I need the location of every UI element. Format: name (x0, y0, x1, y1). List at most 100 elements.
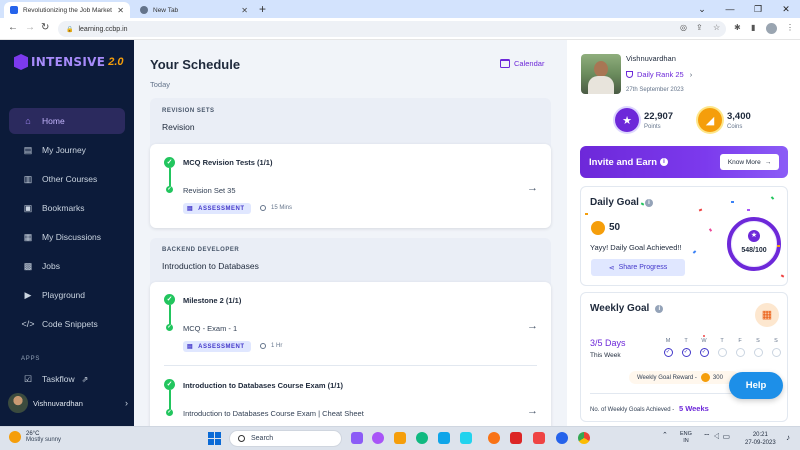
progress-text: 548/100 (741, 247, 767, 254)
url-bar[interactable]: 🔒 learning.ccbp.in (58, 21, 726, 37)
paint-icon[interactable] (488, 432, 500, 444)
share-progress-button[interactable]: ⋖ Share Progress (591, 259, 685, 276)
new-tab-plus-icon[interactable]: + (259, 2, 266, 16)
section-subtitle: Introduction to Databases (162, 261, 259, 271)
sidebar-item-home[interactable]: ⌂ Home (9, 108, 125, 134)
know-more-button[interactable]: Know More → (720, 154, 779, 170)
sidebar-user-menu[interactable]: Vishnuvardhan › (8, 392, 128, 414)
menu-dots-icon[interactable]: ⋮ (786, 23, 794, 32)
close-window-icon[interactable]: ✕ (772, 0, 800, 18)
code-icon: </> (21, 319, 35, 329)
sidebar-item-jobs[interactable]: ▩ Jobs (9, 253, 125, 279)
check-circle-icon: ✓ (164, 379, 175, 390)
sidebar-item-my-discussions[interactable]: ▦ My Discussions (9, 224, 125, 250)
back-arrow-icon[interactable]: ← (8, 22, 18, 33)
weather-widget[interactable]: 26°C Mostly sunny (9, 431, 61, 443)
battery-icon[interactable]: ▭ (723, 432, 731, 441)
chevron-down-icon[interactable]: ⌄ (688, 0, 716, 18)
profile-photo[interactable] (581, 54, 621, 94)
arrow-right-icon[interactable]: → (527, 182, 538, 194)
url-text: learning.ccbp.in (78, 25, 128, 33)
sidebar-item-other-courses[interactable]: ▥ Other Courses (9, 166, 125, 192)
item-title[interactable]: Revision Set 35 (183, 186, 236, 195)
clipboard-icon: ▤ (187, 344, 194, 350)
coins-label: Coins (727, 123, 743, 130)
clock[interactable]: 20:21 27-09-2023 (745, 431, 776, 447)
this-week-label: This Week (590, 352, 621, 359)
extensions-icon[interactable]: ✱ (734, 23, 741, 32)
chrome-icon[interactable] (578, 432, 590, 444)
youtube-icon[interactable] (533, 432, 545, 444)
side-panel-icon[interactable]: ▮ (751, 23, 755, 32)
profile-avatar-icon[interactable] (766, 23, 777, 34)
tray-chevron-icon[interactable]: ⌃ (662, 431, 668, 439)
forward-arrow-icon[interactable]: → (25, 22, 35, 33)
arrow-right-icon[interactable]: → (527, 320, 538, 332)
share-progress-label: Share Progress (618, 264, 668, 271)
windows-start-icon[interactable] (208, 432, 221, 445)
duration: 15 Mins (260, 205, 292, 211)
duration-text: 15 Mins (271, 205, 293, 211)
help-button[interactable]: Help (729, 372, 783, 399)
taskbar-search[interactable]: Search (229, 430, 342, 447)
share-icon[interactable]: ⇪ (696, 23, 703, 32)
info-icon[interactable]: i (660, 158, 668, 166)
item-title[interactable]: MCQ - Exam - 1 (183, 324, 237, 333)
coins-icon: ◢ (698, 108, 722, 132)
weekly-goal-title: Weekly Goal i (590, 303, 664, 314)
sidebar-item-playground[interactable]: ▶ Playground (9, 282, 125, 308)
tray-icons[interactable]: ⌔ ◁ ▭ (703, 432, 730, 442)
weekday-label: T (720, 338, 724, 344)
streak-count: 50 (609, 222, 621, 233)
language-indicator[interactable]: ENG IN (680, 431, 692, 445)
browser-tab-active[interactable]: Revolutionizing the Job Market ✕ (4, 2, 130, 18)
assessment-tag: ▤ ASSESSMENT (183, 341, 251, 352)
notification-bell-icon[interactable]: ♪ (786, 433, 790, 442)
intensive-logo[interactable]: INTENSIVE 2.0 (14, 54, 124, 70)
arrow-right-icon[interactable]: → (527, 405, 538, 417)
discussion-icon: ▦ (23, 231, 33, 242)
backend-section-header: BACKEND DEVELOPER Introduction to Databa… (162, 247, 563, 271)
region-code: IN (683, 438, 689, 444)
mcafee-icon[interactable] (510, 432, 522, 444)
close-tab-icon[interactable]: ✕ (117, 6, 124, 15)
calendar-button[interactable]: Calendar (500, 59, 544, 68)
copilot-icon[interactable] (351, 432, 363, 444)
sidebar-item-code-snippets[interactable]: </> Code Snippets (9, 311, 125, 337)
maximize-icon[interactable]: ❐ (744, 0, 772, 18)
sidebar-item-taskflow[interactable]: ☑ Taskflow ⇗ (9, 366, 125, 392)
sidebar-item-my-journey[interactable]: ▤ My Journey (9, 137, 125, 163)
wifi-icon[interactable]: ⌔ (703, 432, 711, 441)
timeline-line (169, 305, 171, 325)
close-tab-icon[interactable]: ✕ (241, 6, 248, 15)
google-lens-icon[interactable]: ◎ (680, 23, 687, 32)
revision-section-header: REVISION SETS Revision (162, 108, 563, 132)
info-icon[interactable]: i (644, 198, 653, 207)
edge-icon[interactable] (416, 432, 428, 444)
logo-text: INTENSIVE (31, 55, 106, 69)
weekday-label: M (665, 338, 671, 344)
reload-icon[interactable]: ↻ (41, 22, 49, 33)
facebook-icon[interactable] (556, 432, 568, 444)
app-icon[interactable] (460, 432, 472, 444)
volume-icon[interactable]: ◁ (713, 432, 721, 441)
divider (164, 365, 537, 366)
weekday-label: W (701, 338, 707, 344)
timeline-line (169, 168, 171, 187)
teams-icon[interactable] (372, 432, 384, 444)
sidebar-item-bookmarks[interactable]: ▣ Bookmarks (9, 195, 125, 221)
minimize-icon[interactable]: — (716, 0, 744, 18)
browser-tab-new[interactable]: New Tab ✕ (134, 2, 254, 18)
reward-label: Weekly Goal Reward - (637, 374, 697, 381)
store-icon[interactable] (438, 432, 450, 444)
info-icon[interactable]: i (655, 304, 664, 313)
file-explorer-icon[interactable] (394, 432, 406, 444)
checkbox-icon: ☑ (23, 373, 33, 384)
item-title[interactable]: Introduction to Databases Course Exam | … (183, 409, 364, 418)
daily-rank-link[interactable]: Daily Rank 25 › (626, 70, 692, 79)
duration-text: 1 Hr (271, 343, 283, 349)
weekday-thursday: T (717, 338, 727, 357)
bookmark-star-icon[interactable]: ☆ (713, 23, 720, 32)
milestone-title: Introduction to Databases Course Exam (1… (183, 381, 344, 390)
logo-version: 2.0 (108, 56, 124, 68)
